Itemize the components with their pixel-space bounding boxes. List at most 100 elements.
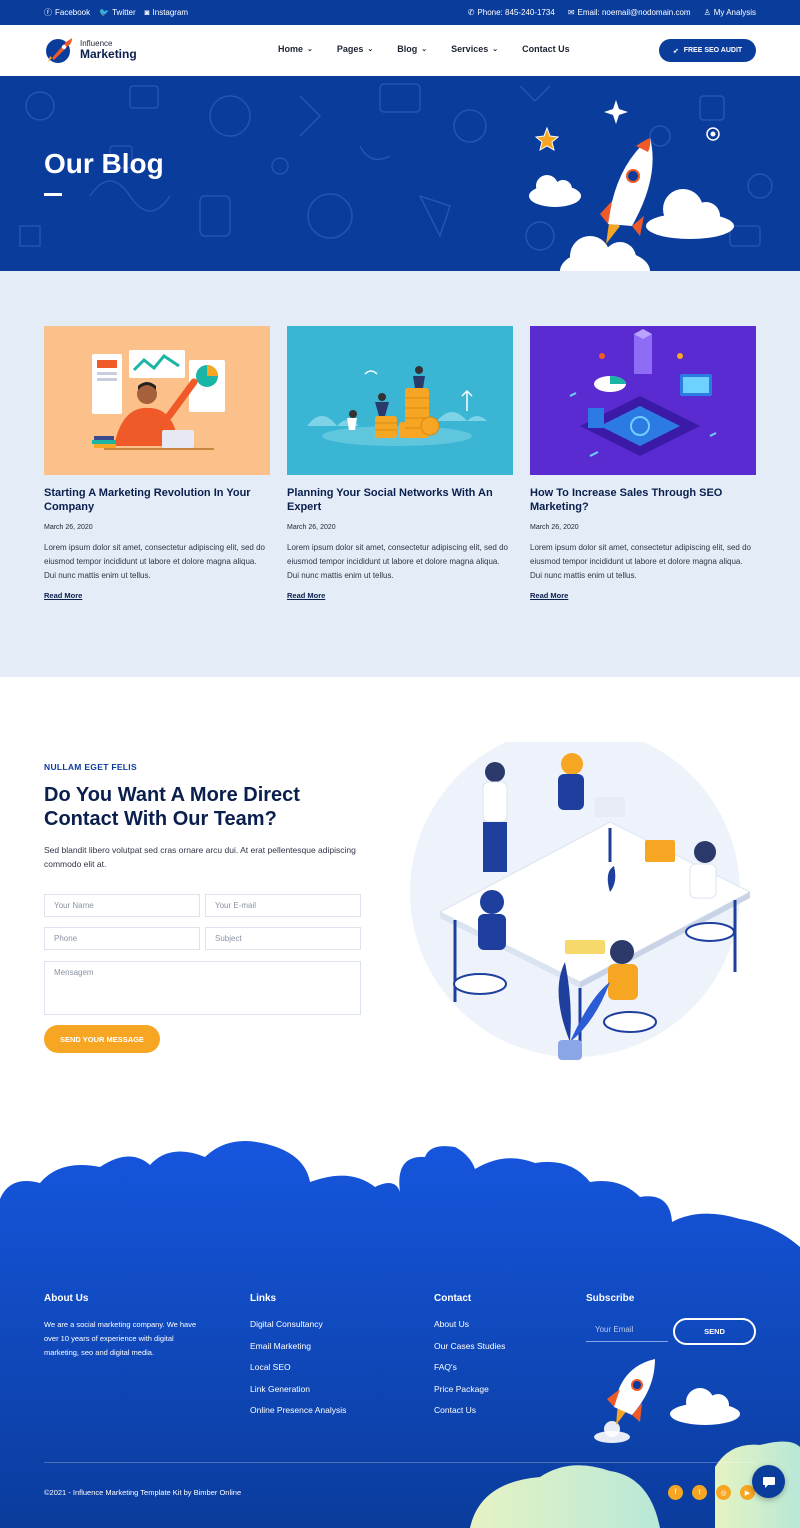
- footer-links-column: Links Digital Consultancy Email Marketin…: [250, 1293, 346, 1427]
- footer-link[interactable]: Contact Us: [434, 1405, 505, 1427]
- nav-blog[interactable]: Blog ⌄: [397, 44, 427, 54]
- twitter-icon: 🐦: [99, 7, 110, 17]
- subscribe-send-button[interactable]: SEND: [673, 1318, 756, 1345]
- message-textarea[interactable]: Mensagem: [44, 961, 361, 1015]
- blog-section: Starting A Marketing Revolution In Your …: [0, 271, 800, 677]
- footer-link[interactable]: Local SEO: [250, 1362, 346, 1384]
- nav-services-label: Services: [451, 44, 489, 54]
- logo-text: Influence Marketing: [80, 40, 137, 61]
- footer-about-column: About Us We are a social marketing compa…: [44, 1293, 199, 1360]
- man-with-charts-illustration: [92, 350, 225, 450]
- send-message-button[interactable]: SEND YOUR MESSAGE: [44, 1025, 160, 1053]
- top-instagram-label: Instagram: [152, 8, 189, 17]
- nav-pages-label: Pages: [336, 44, 364, 54]
- chat-widget-button[interactable]: [752, 1465, 785, 1498]
- top-facebook-link[interactable]: ⓕ Facebook: [44, 8, 90, 17]
- top-email[interactable]: ✉ Email: noemail@nodomain.com: [568, 8, 691, 17]
- blog-post-excerpt: Lorem ipsum dolor sit amet, consectetur …: [530, 543, 751, 580]
- instagram-icon[interactable]: ◎: [716, 1485, 731, 1500]
- top-bar: ⓕ Facebook 🐦 Twitter ◙ Instagram ✆ Phone…: [0, 0, 800, 25]
- site-header: Influence Marketing Home ⌄ Pages ⌄ Blog ⌄ S…: [0, 25, 800, 76]
- read-more-link[interactable]: Read More: [44, 591, 82, 600]
- rocket-logo-icon: [46, 38, 72, 63]
- free-seo-audit-button[interactable]: ➶ FREE SEO AUDIT: [659, 39, 756, 62]
- blog-image-seo-sales[interactable]: [530, 326, 756, 475]
- footer-about-heading: About Us: [44, 1293, 89, 1304]
- footer-link[interactable]: Our Cases Studies: [434, 1341, 505, 1363]
- phone-icon: ✆: [467, 7, 475, 17]
- top-contact-info: ✆ Phone: 845-240-1734 ✉ Email: noemail@n…: [468, 8, 756, 17]
- top-twitter-link[interactable]: 🐦 Twitter: [99, 8, 136, 17]
- read-more-link[interactable]: Read More: [530, 591, 568, 600]
- blog-image-marketing-revolution[interactable]: [44, 326, 270, 475]
- rocket-icon: ➶: [672, 47, 679, 55]
- main-nav: Home ⌄ Pages ⌄ Blog ⌄ Services ⌄ Contact Us: [278, 44, 570, 54]
- name-input[interactable]: Your Name: [44, 894, 200, 917]
- blog-post-date: March 26, 2020: [287, 524, 336, 531]
- nav-pages[interactable]: Pages ⌄: [337, 44, 373, 54]
- chevron-down-icon: ⌄: [367, 46, 374, 53]
- footer-links-list: Digital Consultancy Email Marketing Loca…: [250, 1319, 346, 1427]
- nav-home-label: Home: [278, 44, 304, 54]
- footer-link[interactable]: Link Generation: [250, 1384, 346, 1406]
- blog-post-date: March 26, 2020: [44, 524, 93, 531]
- footer-about-text: We are a social marketing company. We ha…: [44, 1320, 197, 1357]
- top-phone[interactable]: ✆ Phone: 845-240-1734: [468, 8, 555, 17]
- blog-post-title[interactable]: Starting A Marketing Revolution In Your …: [44, 486, 270, 514]
- chevron-down-icon: ⌄: [421, 46, 428, 53]
- footer-links-heading: Links: [250, 1293, 277, 1304]
- hero-banner: Our Blog: [0, 76, 800, 271]
- logo-big-text: Marketing: [80, 47, 137, 61]
- chevron-down-icon: ⌄: [492, 46, 499, 53]
- cta-label: FREE SEO AUDIT: [683, 47, 743, 54]
- footer-subscribe-column: Subscribe: [586, 1293, 634, 1304]
- footer-link[interactable]: About Us: [434, 1319, 505, 1341]
- email-input[interactable]: Your E-mail: [205, 894, 361, 917]
- blog-post-title[interactable]: How To Increase Sales Through SEO Market…: [530, 486, 756, 514]
- top-instagram-link[interactable]: ◙ Instagram: [145, 8, 188, 17]
- top-twitter-label: Twitter: [112, 8, 136, 17]
- footer-link[interactable]: Price Package: [434, 1384, 505, 1406]
- footer-social-links: f t ◎ ▶: [668, 1485, 755, 1500]
- hero-rocket: [600, 138, 653, 244]
- blog-card: Starting A Marketing Revolution In Your …: [44, 326, 270, 603]
- contact-section: NULLAM EGET FELIS Do You Want A More Dir…: [0, 677, 800, 1137]
- nav-contact-us[interactable]: Contact Us: [522, 44, 570, 54]
- team-meeting-illustration: [410, 742, 752, 1060]
- footer-subscribe-heading: Subscribe: [586, 1293, 635, 1304]
- read-more-link[interactable]: Read More: [287, 591, 325, 600]
- page-title: Our Blog: [44, 148, 164, 179]
- nav-contact-label: Contact Us: [522, 44, 570, 54]
- top-account-link[interactable]: ♙ My Analysis: [704, 8, 756, 17]
- footer-contact-list: About Us Our Cases Studies FAQ's Price P…: [434, 1319, 505, 1427]
- isometric-seo-illustration: [569, 329, 717, 457]
- nav-home[interactable]: Home ⌄: [278, 44, 313, 54]
- nav-services[interactable]: Services ⌄: [451, 44, 498, 54]
- subscribe-email-input[interactable]: Your Email: [586, 1318, 668, 1342]
- footer-contact-column: Contact About Us Our Cases Studies FAQ's…: [434, 1293, 505, 1427]
- footer-link[interactable]: Email Marketing: [250, 1341, 346, 1363]
- footer-link[interactable]: FAQ's: [434, 1362, 505, 1384]
- envelope-icon: ✉: [567, 7, 575, 17]
- copyright-text: ©2021 - Influence Marketing Template Kit…: [44, 1488, 242, 1497]
- blog-card: Planning Your Social Networks With An Ex…: [287, 326, 513, 603]
- site-logo[interactable]: Influence Marketing: [44, 34, 137, 66]
- top-facebook-label: Facebook: [55, 8, 91, 17]
- site-footer: About Us We are a social marketing compa…: [0, 1137, 800, 1528]
- blog-post-excerpt: Lorem ipsum dolor sit amet, consectetur …: [287, 543, 508, 580]
- top-phone-label: Phone: 845-240-1734: [477, 8, 555, 17]
- facebook-icon: ⓕ: [44, 7, 52, 17]
- top-email-label: Email: noemail@nodomain.com: [577, 8, 691, 17]
- blog-image-social-networks[interactable]: [287, 326, 513, 475]
- title-underline: [44, 193, 62, 196]
- phone-input[interactable]: Phone: [44, 927, 200, 950]
- facebook-icon[interactable]: f: [668, 1485, 683, 1500]
- footer-link[interactable]: Online Presence Analysis: [250, 1405, 346, 1427]
- subject-input[interactable]: Subject: [205, 927, 361, 950]
- footer-divider: [44, 1462, 756, 1463]
- twitter-icon[interactable]: t: [692, 1485, 707, 1500]
- blog-post-title[interactable]: Planning Your Social Networks With An Ex…: [287, 486, 513, 514]
- footer-contact-heading: Contact: [434, 1293, 472, 1304]
- top-social-links: ⓕ Facebook 🐦 Twitter ◙ Instagram: [44, 8, 188, 17]
- footer-link[interactable]: Digital Consultancy: [250, 1319, 346, 1341]
